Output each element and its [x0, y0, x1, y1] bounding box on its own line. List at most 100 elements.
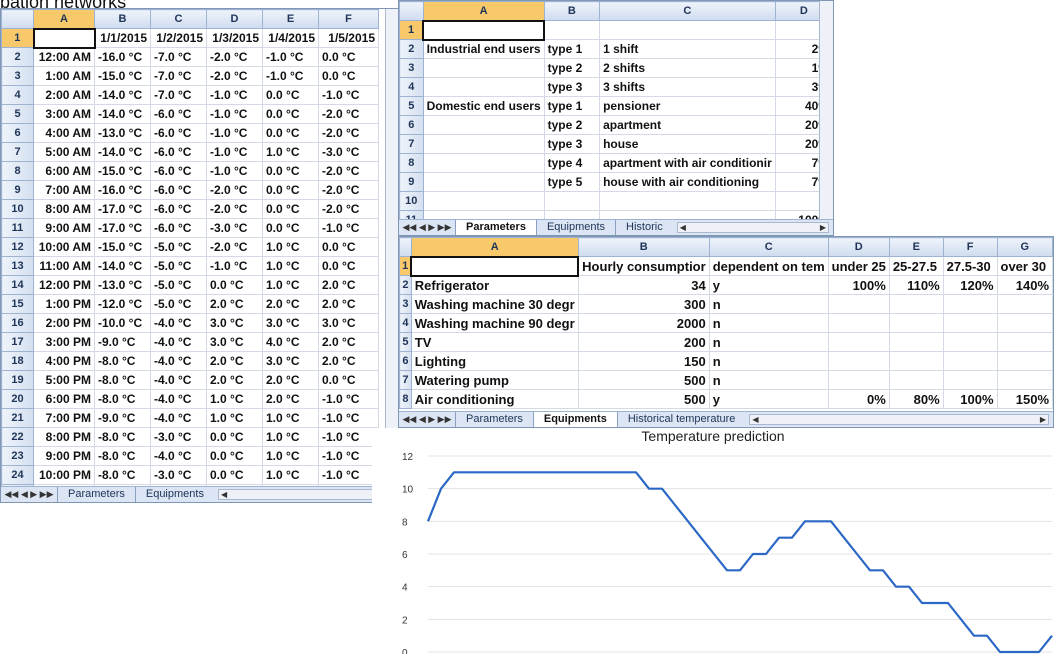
cell[interactable] — [422, 153, 545, 173]
row-header[interactable]: 19 — [1, 370, 34, 390]
cell[interactable]: 100% — [827, 275, 890, 295]
column-header[interactable]: B — [94, 9, 151, 29]
cell[interactable]: 1.0 °C — [262, 446, 319, 466]
cell[interactable]: -14.0 °C — [94, 142, 151, 162]
cell[interactable] — [942, 351, 998, 371]
cell[interactable] — [996, 351, 1053, 371]
sheet-navigation-arrows[interactable]: ◀◀ ◀ ▶ ▶▶ — [1, 489, 57, 500]
cell[interactable]: -1.0 °C — [318, 408, 379, 428]
column-header[interactable]: F — [318, 9, 379, 29]
cell[interactable]: Domestic end users — [422, 96, 545, 116]
row-header[interactable]: 4 — [399, 77, 424, 97]
row-header[interactable]: 16 — [1, 313, 34, 333]
row-header[interactable]: 22 — [1, 427, 34, 447]
row-header[interactable]: 23 — [1, 446, 34, 466]
cell[interactable]: apartment — [599, 115, 776, 135]
row-header[interactable]: 7 — [1, 142, 34, 162]
cell[interactable]: 12:00 AM — [33, 47, 95, 67]
cell[interactable]: 6:00 PM — [33, 389, 95, 409]
cell[interactable]: 3:00 PM — [33, 332, 95, 352]
tab-equipments[interactable]: Equipments — [532, 411, 617, 427]
cell[interactable]: 3:00 AM — [33, 104, 95, 124]
row-header[interactable]: 8 — [399, 153, 424, 173]
cell[interactable]: 1/2/2015 — [150, 28, 207, 48]
cell[interactable]: -9.0 °C — [94, 408, 151, 428]
cell[interactable]: 1:00 AM — [33, 66, 95, 86]
cell[interactable]: -4.0 °C — [150, 313, 207, 333]
cell[interactable]: type 1 — [543, 96, 601, 116]
cell[interactable]: -8.0 °C — [94, 427, 151, 447]
cell[interactable]: 1.0 °C — [262, 237, 319, 257]
select-all-corner[interactable] — [399, 1, 424, 21]
cell[interactable]: 2.0 °C — [206, 370, 263, 390]
cell[interactable]: -13.0 °C — [94, 275, 151, 295]
cell[interactable] — [543, 191, 601, 211]
cell[interactable]: 8:00 PM — [33, 427, 95, 447]
cell[interactable]: -8.0 °C — [94, 351, 151, 371]
cell[interactable]: -1.0 °C — [318, 389, 379, 409]
cell[interactable]: 0% — [827, 389, 890, 409]
cell[interactable]: house — [599, 134, 776, 154]
cell[interactable]: -14.0 °C — [94, 85, 151, 105]
row-header[interactable]: 5 — [399, 332, 412, 352]
row-header[interactable]: 17 — [1, 332, 34, 352]
cell[interactable]: 3 shifts — [599, 77, 776, 97]
cell[interactable]: 4:00 PM — [33, 351, 95, 371]
cell[interactable]: -9.0 °C — [94, 332, 151, 352]
row-header[interactable]: 18 — [1, 351, 34, 371]
row-header[interactable]: 9 — [1, 180, 34, 200]
cell[interactable]: 2.0 °C — [318, 332, 379, 352]
cell[interactable]: 80% — [888, 389, 944, 409]
temperature-sheet-vertical-scrollbar[interactable] — [385, 9, 399, 487]
row-header[interactable]: 1 — [1, 28, 34, 48]
cell[interactable]: 2.0 °C — [262, 294, 319, 314]
cell[interactable]: type 3 — [543, 134, 601, 154]
cell[interactable]: 1/5/2015 — [318, 28, 379, 48]
column-header[interactable]: B — [543, 1, 601, 21]
cell[interactable]: 200 — [577, 332, 710, 352]
cell[interactable]: type 1 — [543, 39, 601, 59]
row-header[interactable]: 3 — [1, 66, 34, 86]
cell[interactable]: -4.0 °C — [150, 332, 207, 352]
row-header[interactable]: 20 — [1, 389, 34, 409]
cell[interactable]: n — [708, 351, 829, 371]
cell[interactable]: -6.0 °C — [150, 218, 207, 238]
cell[interactable]: 10:00 PM — [33, 465, 95, 485]
cell[interactable]: 3.0 °C — [262, 313, 319, 333]
cell[interactable] — [996, 370, 1053, 390]
cell[interactable]: -1.0 °C — [206, 142, 263, 162]
cell[interactable]: 6:00 AM — [33, 161, 95, 181]
cell[interactable]: n — [708, 313, 829, 333]
cell[interactable]: 150 — [577, 351, 710, 371]
cell[interactable]: Watering pump — [410, 370, 579, 390]
row-header[interactable]: 10 — [399, 191, 424, 211]
tab-historical-temperature[interactable]: Historical temperature — [616, 411, 746, 427]
cell[interactable]: -4.0 °C — [150, 408, 207, 428]
cell[interactable]: 0.0 °C — [318, 370, 379, 390]
cell[interactable]: 25-27.5 — [888, 256, 944, 276]
cell[interactable] — [827, 294, 890, 314]
row-header[interactable]: 4 — [1, 85, 34, 105]
row-header[interactable]: 5 — [1, 104, 34, 124]
column-header[interactable]: B — [577, 237, 710, 257]
cell[interactable]: -7.0 °C — [150, 85, 207, 105]
cell[interactable]: dependent on tem — [708, 256, 829, 276]
tab-equipments[interactable]: Equipments — [134, 486, 214, 502]
cell[interactable]: -4.0 °C — [150, 389, 207, 409]
cell[interactable]: Washing machine 90 degr — [410, 313, 579, 333]
cell[interactable]: -2.0 °C — [318, 161, 379, 181]
cell[interactable]: 140% — [996, 275, 1053, 295]
row-header[interactable]: 8 — [1, 161, 34, 181]
cell[interactable]: 1:00 PM — [33, 294, 95, 314]
cell[interactable]: -1.0 °C — [262, 66, 319, 86]
column-header[interactable]: G — [996, 237, 1053, 257]
row-header[interactable]: 4 — [399, 313, 412, 333]
row-header[interactable]: 9 — [399, 172, 424, 192]
cell[interactable]: 4.0 °C — [262, 332, 319, 352]
cell[interactable]: -1.0 °C — [206, 256, 263, 276]
cell[interactable]: 27.5-30 — [942, 256, 998, 276]
cell[interactable]: -1.0 °C — [318, 218, 379, 238]
cell[interactable]: 0.0 °C — [206, 446, 263, 466]
cell[interactable]: -3.0 °C — [150, 427, 207, 447]
cell[interactable]: -1.0 °C — [318, 446, 379, 466]
